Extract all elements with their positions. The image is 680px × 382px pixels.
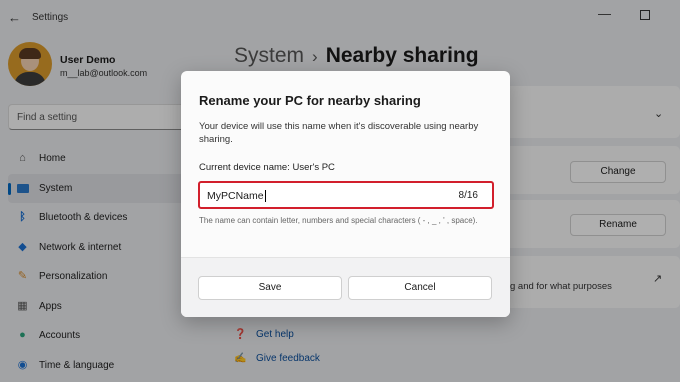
device-name-text: MyPCName: [207, 190, 264, 202]
dialog-title: Rename your PC for nearby sharing: [199, 93, 421, 108]
text-caret: [264, 190, 266, 203]
rename-pc-dialog: Rename your PC for nearby sharing Your d…: [181, 71, 510, 317]
dialog-footer: Save Cancel: [181, 257, 510, 317]
character-count: 8/16: [458, 190, 478, 201]
device-name-value: MyPCName: [207, 190, 266, 203]
current-device-name: Current device name: User's PC: [199, 162, 335, 173]
device-name-input[interactable]: MyPCName 8/16: [198, 181, 494, 209]
cancel-button[interactable]: Cancel: [348, 276, 492, 300]
dialog-hint: The name can contain letter, numbers and…: [199, 216, 478, 225]
dialog-description: Your device will use this name when it's…: [199, 121, 479, 145]
save-button[interactable]: Save: [198, 276, 342, 300]
